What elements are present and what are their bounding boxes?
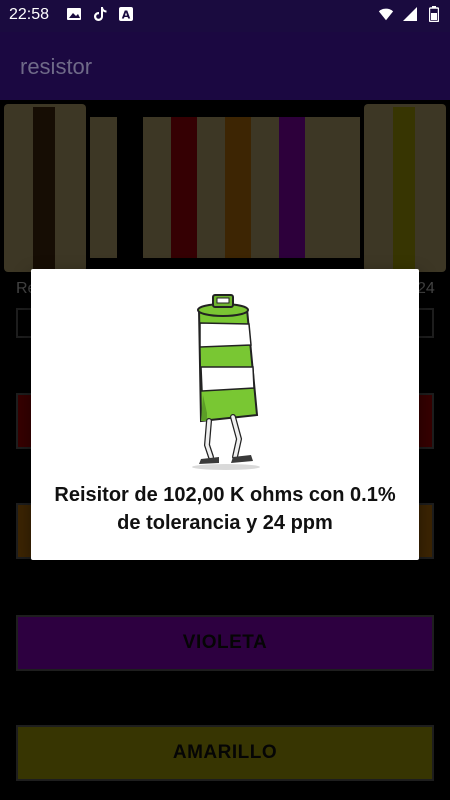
battery-icon bbox=[426, 6, 442, 22]
app-bar: resistor bbox=[0, 32, 450, 100]
status-bar: 22:58 A bbox=[0, 0, 450, 32]
app-title: resistor bbox=[20, 54, 93, 79]
result-dialog: Reisitor de 102,00 K ohms con 0.1% de to… bbox=[31, 269, 419, 560]
wifi-icon bbox=[378, 6, 394, 22]
status-time: 22:58 bbox=[9, 6, 50, 23]
status-system-icons bbox=[378, 6, 442, 22]
svg-text:A: A bbox=[122, 9, 131, 22]
dialog-message: Reisitor de 102,00 K ohms con 0.1% de to… bbox=[54, 484, 396, 534]
signal-icon bbox=[402, 6, 418, 22]
image-icon bbox=[66, 6, 82, 22]
walking-traffic-barrel-icon bbox=[171, 287, 281, 477]
tiktok-icon bbox=[92, 6, 108, 22]
text-a-icon: A bbox=[118, 6, 134, 22]
status-notification-icons: A bbox=[66, 6, 134, 22]
